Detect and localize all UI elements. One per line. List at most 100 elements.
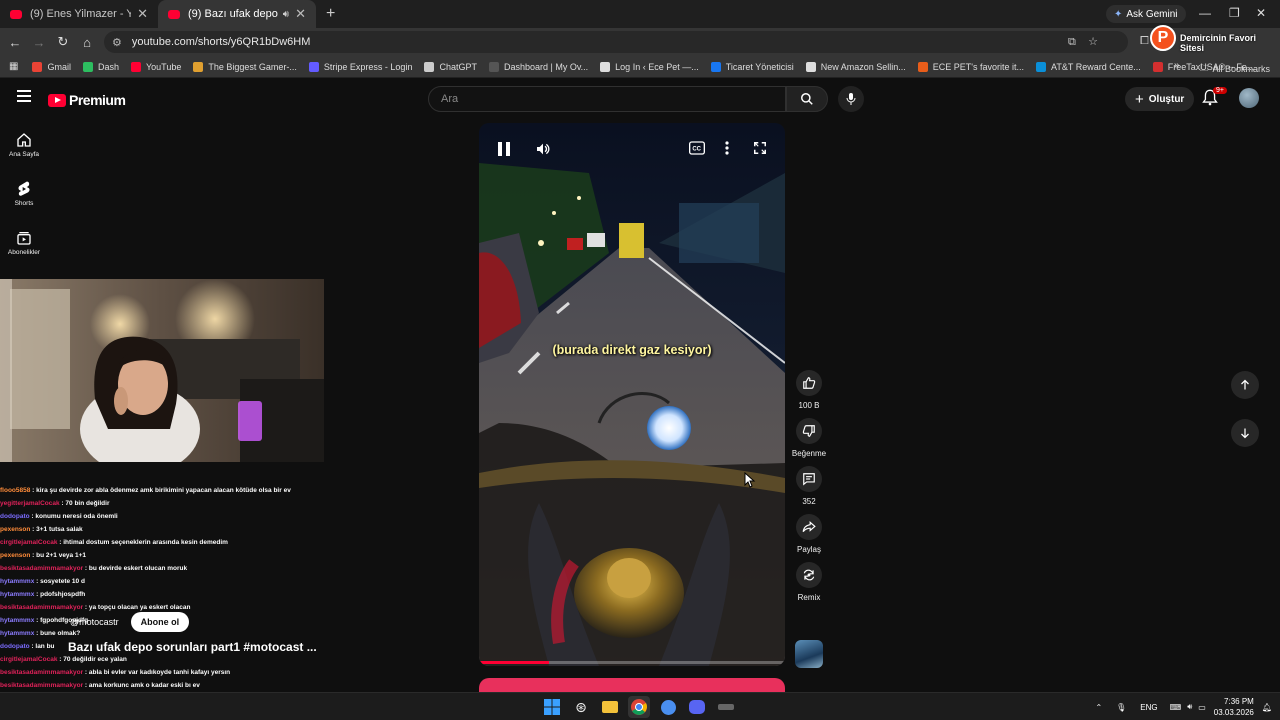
bookmark-item[interactable]: Log In ‹ Ece Pet —... <box>600 61 699 72</box>
video-progress-bar[interactable] <box>479 661 785 664</box>
bookmark-item[interactable]: AT&T Reward Cente... <box>1036 61 1141 72</box>
chat-username[interactable]: pexenson <box>0 552 30 559</box>
profile-name[interactable]: Demircinin Favori Sitesi <box>1180 33 1280 53</box>
taskbar-app-discord[interactable] <box>686 696 708 718</box>
speaker-icon[interactable]: 🔊︎ <box>283 9 289 20</box>
close-tab-icon[interactable]: ✕ <box>137 6 148 22</box>
voice-search-button[interactable] <box>838 86 864 112</box>
install-app-icon[interactable]: ⧉ <box>1068 36 1076 48</box>
site-settings-icon[interactable]: ⚙ <box>112 36 122 49</box>
browser-tab-active[interactable]: (9) Bazı ufak depo sorunları 🔊︎ ✕ <box>158 0 316 28</box>
bookmark-item[interactable]: Stripe Express - Login <box>308 61 412 72</box>
short-video-player[interactable]: CC (burada direkt gaz kesiyor) <box>479 123 785 666</box>
chat-username[interactable]: cirgitlejamalCocak <box>0 539 57 546</box>
chat-username[interactable]: dodopato <box>0 513 30 520</box>
create-button[interactable]: + Oluştur <box>1125 87 1195 111</box>
comments-action[interactable]: 352 <box>790 466 828 506</box>
battery-icon[interactable]: ▭ <box>1198 703 1206 712</box>
start-button[interactable] <box>541 696 563 718</box>
like-action[interactable]: 100 B <box>790 370 828 410</box>
maximize-icon[interactable]: ❐ <box>1229 6 1240 20</box>
menu-icon[interactable] <box>17 90 31 102</box>
new-tab-icon[interactable]: + <box>326 5 335 23</box>
bookmark-item[interactable]: New Amazon Sellin... <box>805 61 906 72</box>
fullscreen-button[interactable] <box>753 141 767 160</box>
bookmark-item[interactable]: The Biggest Gamer-... <box>193 61 297 72</box>
browser-tab[interactable]: (9) Enes Yilmazer - YouTube ✕ <box>0 0 158 28</box>
microphone-tray-icon[interactable]: 🎙︎ <box>1116 703 1126 712</box>
more-options-button[interactable] <box>725 141 729 160</box>
bookmark-item[interactable]: Dash <box>82 61 119 72</box>
dislike-button[interactable] <box>796 418 822 444</box>
address-bar[interactable]: ⚙ youtube.com/shorts/y6QR1bDw6HM ⧉ ☆ <box>104 31 1128 53</box>
ask-gemini-button[interactable]: ✦ Ask Gemini <box>1106 5 1186 23</box>
dislike-action[interactable]: Beğenme <box>790 418 828 458</box>
chat-username[interactable]: hytammmx <box>0 578 34 585</box>
chat-username[interactable]: cirgitlejamalCocak <box>0 656 57 663</box>
remix-action[interactable]: Remix <box>790 562 828 602</box>
chat-username[interactable]: besiktasadamimmamakyor <box>0 682 83 689</box>
network-icon[interactable]: ⌨ <box>1170 703 1182 712</box>
search-button[interactable] <box>786 86 828 112</box>
sidebar-item-shorts[interactable]: Shorts <box>0 169 48 218</box>
language-indicator[interactable]: ENG <box>1140 703 1157 712</box>
share-action[interactable]: Paylaş <box>790 514 828 554</box>
tray-overflow-icon[interactable]: ⌃ <box>1095 703 1102 712</box>
remix-button[interactable] <box>796 562 822 588</box>
channel-handle[interactable]: @motocastr <box>70 617 119 627</box>
chat-username[interactable]: hytammmx <box>0 630 34 637</box>
all-bookmarks-button[interactable]: 🗀 All Bookmarks <box>1199 61 1270 77</box>
home-icon[interactable]: ⌂ <box>75 35 99 50</box>
sound-thumbnail[interactable] <box>795 640 823 668</box>
close-tab-icon[interactable]: ✕ <box>295 6 306 22</box>
volume-tray-icon[interactable]: 🔊︎ <box>1187 702 1192 712</box>
reload-icon[interactable]: ↻ <box>51 34 75 50</box>
taskbar-clock[interactable]: 7:36 PM 03.03.2026 <box>1214 696 1254 718</box>
youtube-premium-logo[interactable]: Premium <box>48 92 126 108</box>
bookmark-item[interactable]: ECE PET's favorite it... <box>917 61 1024 72</box>
sidebar-item-home[interactable]: Ana Sayfa <box>0 120 48 169</box>
chat-username[interactable]: besiktasadamimmamakyor <box>0 604 83 611</box>
account-avatar[interactable] <box>1239 88 1259 108</box>
chat-username[interactable]: hytammmx <box>0 617 34 624</box>
chat-username[interactable]: dodopato <box>0 643 30 650</box>
bookmark-item[interactable]: ChatGPT <box>424 61 477 72</box>
bookmark-item[interactable]: Dashboard | My Ov... <box>488 61 588 72</box>
taskbar-app-chrome-profile[interactable] <box>657 696 679 718</box>
chat-username[interactable]: hytammmx <box>0 591 34 598</box>
taskbar-app-explorer[interactable] <box>599 696 621 718</box>
bookmark-item[interactable]: Gmail <box>32 61 71 72</box>
forward-icon[interactable]: → <box>27 35 51 50</box>
back-icon[interactable]: ← <box>3 35 27 50</box>
like-button[interactable] <box>796 370 822 396</box>
chat-username[interactable]: besiktasadamimmamakyor <box>0 565 83 572</box>
next-short-button[interactable] <box>1231 419 1259 447</box>
comments-button[interactable] <box>796 466 822 492</box>
more-bookmarks-icon[interactable]: » <box>1174 60 1180 71</box>
bookmark-star-icon[interactable]: ☆ <box>1088 36 1098 48</box>
pause-button[interactable] <box>497 141 511 162</box>
taskbar-app-misc[interactable] <box>715 696 737 718</box>
sidebar-item-subscriptions[interactable]: Abonelikler <box>0 218 48 267</box>
short-title[interactable]: Bazı ufak depo sorunları part1 #motocast… <box>68 640 317 654</box>
chat-username[interactable]: besiktasadamimmamakyor <box>0 669 83 676</box>
search-input[interactable]: Ara <box>428 86 786 112</box>
extensions-icon[interactable]: ⧠ <box>1140 35 1149 48</box>
captions-button[interactable]: CC <box>689 141 705 160</box>
previous-short-button[interactable] <box>1231 371 1259 399</box>
next-short-preview[interactable] <box>479 678 785 692</box>
chat-username[interactable]: yegitterjamalCocak <box>0 500 60 507</box>
subscribe-button[interactable]: Abone ol <box>130 612 190 632</box>
apps-grid-icon[interactable]: ▦ <box>9 61 18 72</box>
volume-button[interactable] <box>535 141 551 162</box>
close-window-icon[interactable]: ✕ <box>1256 6 1266 20</box>
share-button[interactable] <box>796 514 822 540</box>
profile-avatar-badge[interactable]: P <box>1150 25 1176 51</box>
taskbar-app-chrome[interactable] <box>628 696 650 718</box>
minimize-icon[interactable]: — <box>1199 6 1211 20</box>
bookmark-item[interactable]: Ticaret Yöneticisi <box>710 61 794 72</box>
bookmark-item[interactable]: YouTube <box>130 61 181 72</box>
taskbar-app-chatgpt[interactable]: ⊛ <box>570 696 592 718</box>
chat-username[interactable]: pexenson <box>0 526 30 533</box>
chat-username[interactable]: flooo5858 <box>0 487 30 494</box>
